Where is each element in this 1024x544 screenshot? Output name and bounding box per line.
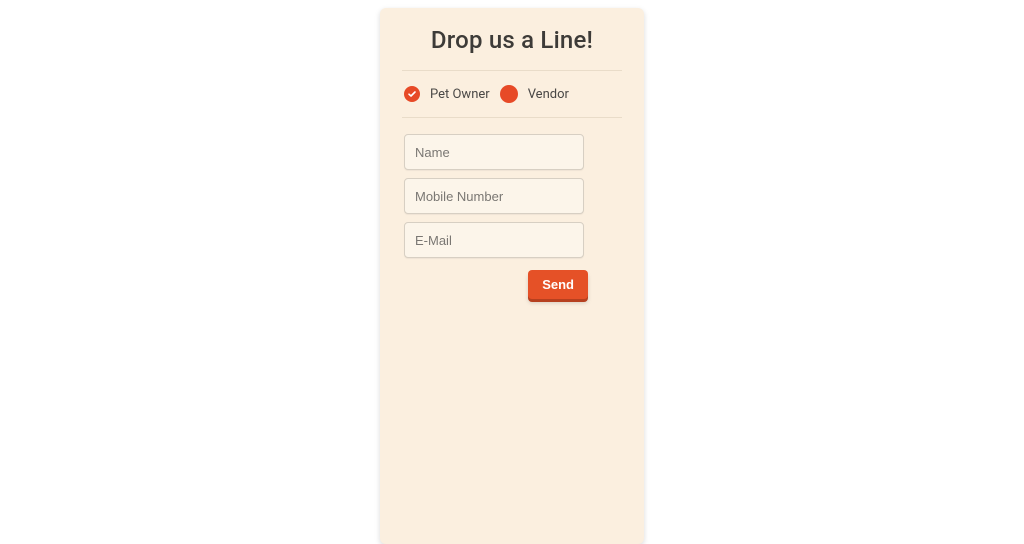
mobile-field[interactable] [404, 178, 584, 214]
radio-selected-icon [404, 86, 420, 102]
radio-pet-owner[interactable]: Pet Owner [404, 86, 490, 102]
divider [402, 117, 622, 118]
user-type-radio-group: Pet Owner Vendor [402, 85, 622, 103]
name-field[interactable] [404, 134, 584, 170]
radio-vendor-label: Vendor [528, 87, 569, 102]
email-field[interactable] [404, 222, 584, 258]
fields-group [402, 134, 622, 258]
card-title: Drop us a Line! [402, 26, 622, 54]
send-button[interactable]: Send [528, 270, 588, 299]
actions-row: Send [402, 270, 622, 299]
radio-vendor[interactable]: Vendor [500, 85, 569, 103]
divider [402, 70, 622, 71]
radio-pet-owner-label: Pet Owner [430, 87, 490, 102]
contact-card: Drop us a Line! Pet Owner Vendor Send [380, 8, 644, 544]
radio-unselected-icon [500, 85, 518, 103]
